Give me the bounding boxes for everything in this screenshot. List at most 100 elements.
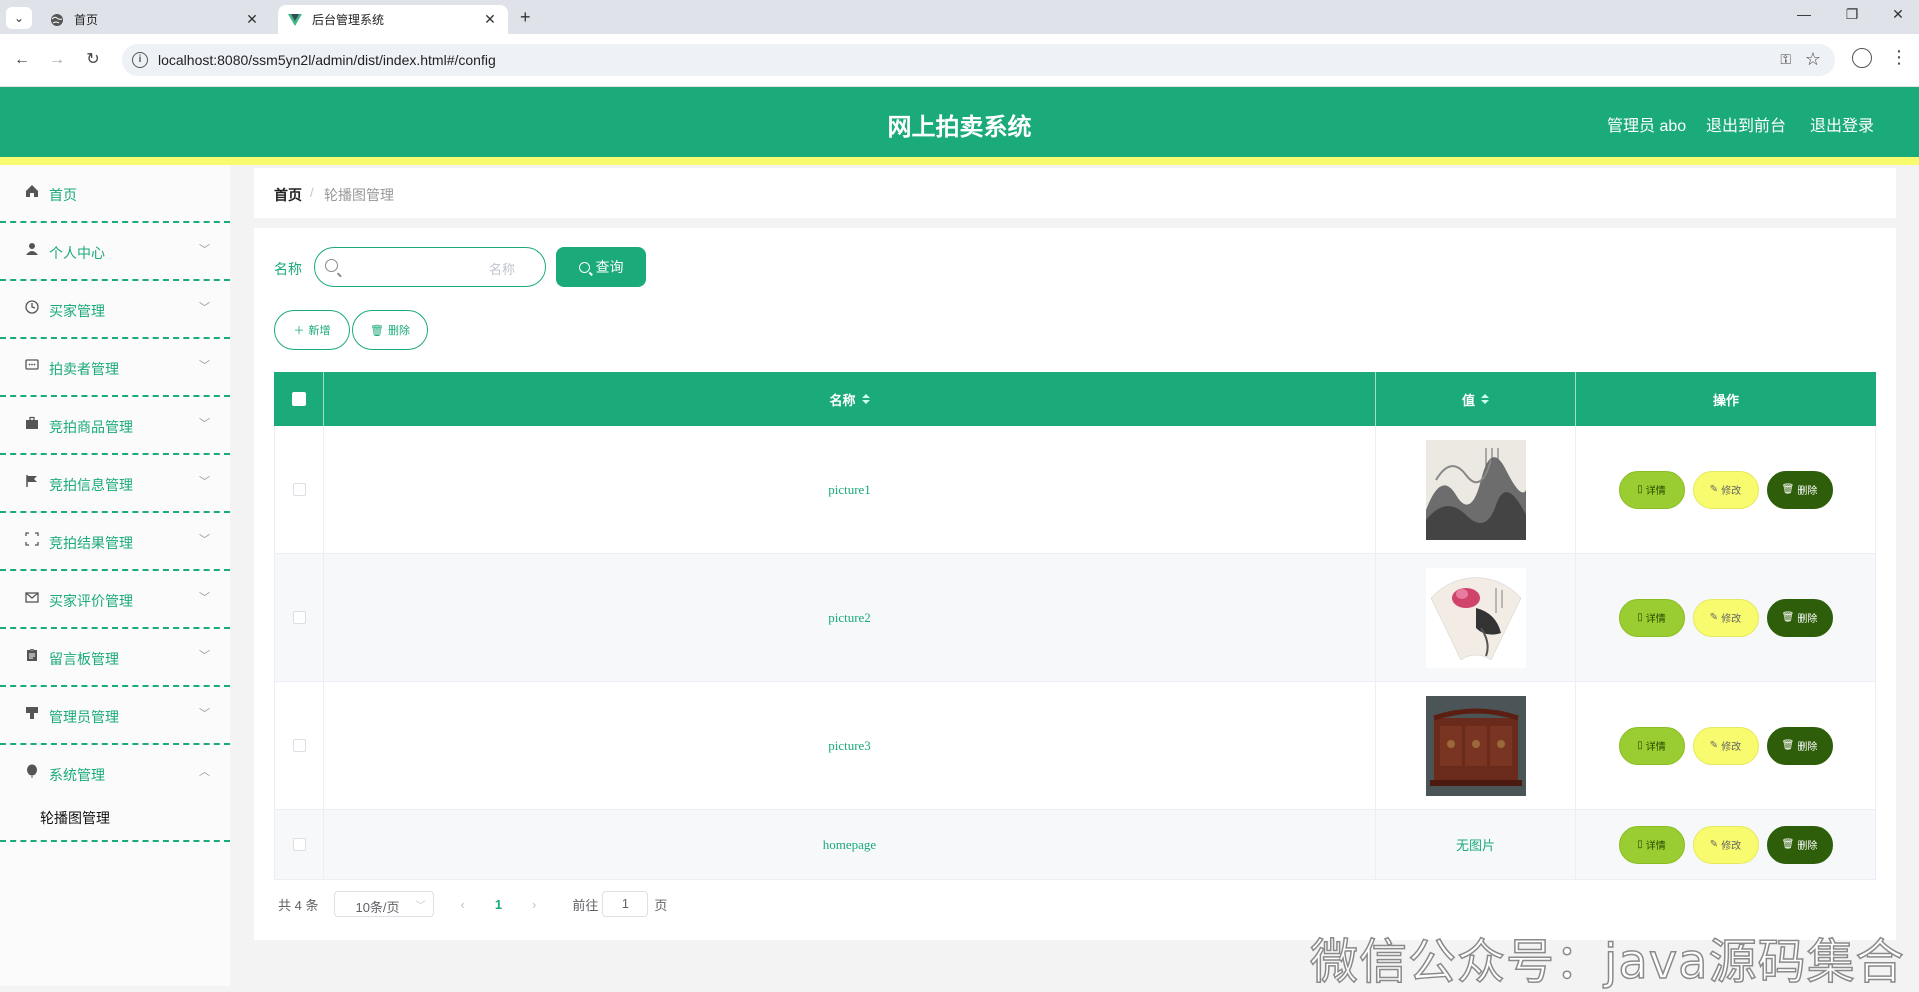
page-number-current[interactable]: 1 bbox=[495, 897, 502, 912]
sidebar-item-home[interactable]: 首页 bbox=[0, 165, 230, 223]
bookmark-star-icon[interactable]: ☆ bbox=[1805, 49, 1821, 70]
row-checkbox[interactable] bbox=[292, 611, 306, 624]
detail-button[interactable]: ▯ 详情 bbox=[1618, 825, 1685, 864]
batch-delete-button[interactable]: 🗑 删除 bbox=[352, 310, 428, 350]
sidebar-item-buyers[interactable]: 买家管理 ﹀ bbox=[0, 281, 230, 339]
password-key-icon[interactable]: ⚿ bbox=[1780, 51, 1791, 68]
sidebar-item-auction-info[interactable]: 竞拍信息管理 ﹀ bbox=[0, 455, 230, 513]
delete-button-label: 删除 bbox=[1797, 742, 1818, 753]
url-text[interactable]: localhost:8080/ssm5yn2l/admin/dist/index… bbox=[158, 52, 496, 68]
tab-search-button[interactable]: ⌄ bbox=[6, 7, 32, 29]
sidebar-item-personal[interactable]: 个人中心 ﹀ bbox=[0, 223, 230, 281]
page-size-value: 10条/页 bbox=[355, 900, 400, 915]
chat-icon bbox=[24, 358, 40, 374]
actions-cell: ▯ 详情 ✎ 修改 🗑 删除 bbox=[1576, 554, 1876, 681]
site-info-icon[interactable]: i bbox=[132, 52, 148, 68]
search-placeholder: 名称 bbox=[488, 262, 515, 277]
query-button-label: 查询 bbox=[595, 259, 624, 275]
row-name: picture3 bbox=[828, 737, 871, 753]
mail-icon bbox=[24, 590, 40, 606]
select-all-checkbox[interactable] bbox=[291, 392, 306, 406]
sort-icon[interactable] bbox=[861, 394, 870, 404]
breadcrumb-separator: / bbox=[310, 185, 314, 200]
back-icon[interactable]: ← bbox=[12, 50, 32, 70]
search-input[interactable]: 名称 bbox=[314, 247, 546, 287]
delete-button-label: 删除 bbox=[1797, 486, 1818, 497]
globe-icon bbox=[50, 13, 64, 27]
reload-icon[interactable]: ↻ bbox=[83, 50, 103, 70]
add-button[interactable]: ＋ 新增 bbox=[274, 310, 350, 350]
edit-button[interactable]: ✎ 修改 bbox=[1692, 726, 1759, 765]
row-checkbox[interactable] bbox=[292, 838, 306, 851]
edit-button[interactable]: ✎ 修改 bbox=[1692, 470, 1759, 509]
sidebar-item-label: 管理员管理 bbox=[49, 709, 119, 725]
edit-button[interactable]: ✎ 修改 bbox=[1692, 825, 1759, 864]
sidebar-item-reviews[interactable]: 买家评价管理 ﹀ bbox=[0, 571, 230, 629]
pagination: 共 4 条 10条/页 ﹀ ‹ 1 › 前往 1 页 bbox=[274, 890, 667, 918]
name-cell: homepage bbox=[324, 810, 1376, 879]
address-bar[interactable]: i localhost:8080/ssm5yn2l/admin/dist/ind… bbox=[122, 44, 1835, 76]
detail-button-label: 详情 bbox=[1645, 614, 1666, 625]
chevron-down-icon: ﹀ bbox=[199, 476, 210, 488]
logout-link[interactable]: 退出登录 bbox=[1810, 112, 1874, 136]
document-icon: ▯ bbox=[1637, 740, 1643, 751]
browser-toolbar: ← → ↻ i localhost:8080/ssm5yn2l/admin/di… bbox=[0, 34, 1919, 87]
delete-button[interactable]: 🗑 删除 bbox=[1766, 825, 1833, 864]
new-tab-button[interactable]: + bbox=[520, 7, 531, 28]
detail-button[interactable]: ▯ 详情 bbox=[1618, 598, 1685, 637]
clock-icon bbox=[24, 300, 40, 316]
close-icon[interactable]: ✕ bbox=[482, 11, 498, 28]
browser-tab-home[interactable]: 首页 ✕ bbox=[40, 5, 270, 34]
prev-page-icon[interactable]: ‹ bbox=[460, 897, 464, 912]
user-icon bbox=[24, 242, 40, 258]
sidebar-subitem-carousel[interactable]: 轮播图管理 bbox=[0, 794, 230, 842]
page-size-select[interactable]: 10条/页 ﹀ bbox=[334, 891, 435, 917]
chevron-down-icon: ﹀ bbox=[199, 302, 210, 314]
column-header-name[interactable]: 名称 bbox=[324, 372, 1376, 426]
sidebar-item-auction-results[interactable]: 竞拍结果管理 ﹀ bbox=[0, 513, 230, 571]
sidebar: 首页 个人中心 ﹀ 买家管理 ﹀ 拍卖者管理 ﹀ 竞拍商品管理 ﹀ 竞拍信息管理… bbox=[0, 165, 230, 986]
select-all-checkbox-cell[interactable] bbox=[274, 372, 324, 426]
goto-page-input[interactable]: 1 bbox=[602, 891, 649, 917]
menu-kebab-icon[interactable]: ⋮ bbox=[1890, 47, 1908, 68]
trash-icon: 🗑 bbox=[1781, 484, 1795, 495]
delete-button[interactable]: 🗑 删除 bbox=[1766, 470, 1833, 509]
sidebar-item-admins[interactable]: 管理员管理 ﹀ bbox=[0, 687, 230, 745]
browser-tab-admin[interactable]: 后台管理系统 ✕ bbox=[278, 5, 508, 34]
query-button[interactable]: 查询 bbox=[556, 247, 646, 287]
column-header-value[interactable]: 值 bbox=[1376, 372, 1576, 426]
sidebar-item-message-board[interactable]: 留言板管理 ﹀ bbox=[0, 629, 230, 687]
search-icon bbox=[325, 259, 338, 272]
sidebar-item-sellers[interactable]: 拍卖者管理 ﹀ bbox=[0, 339, 230, 397]
chevron-down-icon: ﹀ bbox=[415, 901, 426, 912]
sidebar-item-auction-goods[interactable]: 竞拍商品管理 ﹀ bbox=[0, 397, 230, 455]
detail-button[interactable]: ▯ 详情 bbox=[1618, 470, 1685, 509]
column-header-label: 操作 bbox=[1712, 392, 1739, 408]
row-checkbox-cell bbox=[274, 682, 324, 809]
edit-button-label: 修改 bbox=[1721, 742, 1742, 753]
exit-to-front-link[interactable]: 退出到前台 bbox=[1706, 112, 1786, 136]
admin-user-label: 管理员 abo bbox=[1607, 118, 1687, 135]
minimize-button[interactable]: — bbox=[1784, 6, 1824, 22]
delete-button[interactable]: 🗑 删除 bbox=[1766, 726, 1833, 765]
delete-button[interactable]: 🗑 删除 bbox=[1766, 598, 1833, 637]
detail-button-label: 详情 bbox=[1645, 841, 1666, 852]
value-cell: 无图片 bbox=[1376, 810, 1576, 879]
header-accent-strip bbox=[0, 157, 1919, 165]
row-checkbox[interactable] bbox=[292, 739, 306, 752]
close-icon[interactable]: ✕ bbox=[244, 11, 260, 28]
edit-button-label: 修改 bbox=[1721, 486, 1742, 497]
tab-title: 后台管理系统 bbox=[312, 13, 385, 27]
row-checkbox[interactable] bbox=[292, 483, 306, 496]
breadcrumb-home[interactable]: 首页 bbox=[274, 185, 302, 205]
edit-button[interactable]: ✎ 修改 bbox=[1692, 598, 1759, 637]
profile-icon[interactable] bbox=[1852, 48, 1872, 68]
sort-icon[interactable] bbox=[1481, 394, 1489, 404]
detail-button[interactable]: ▯ 详情 bbox=[1618, 726, 1685, 765]
restore-button[interactable]: ❐ bbox=[1832, 6, 1872, 23]
sidebar-item-label: 个人中心 bbox=[49, 245, 105, 261]
forward-icon[interactable]: → bbox=[47, 50, 67, 70]
flag-icon bbox=[24, 474, 40, 490]
window-close-button[interactable]: ✕ bbox=[1878, 6, 1918, 23]
next-page-icon[interactable]: › bbox=[532, 897, 536, 912]
